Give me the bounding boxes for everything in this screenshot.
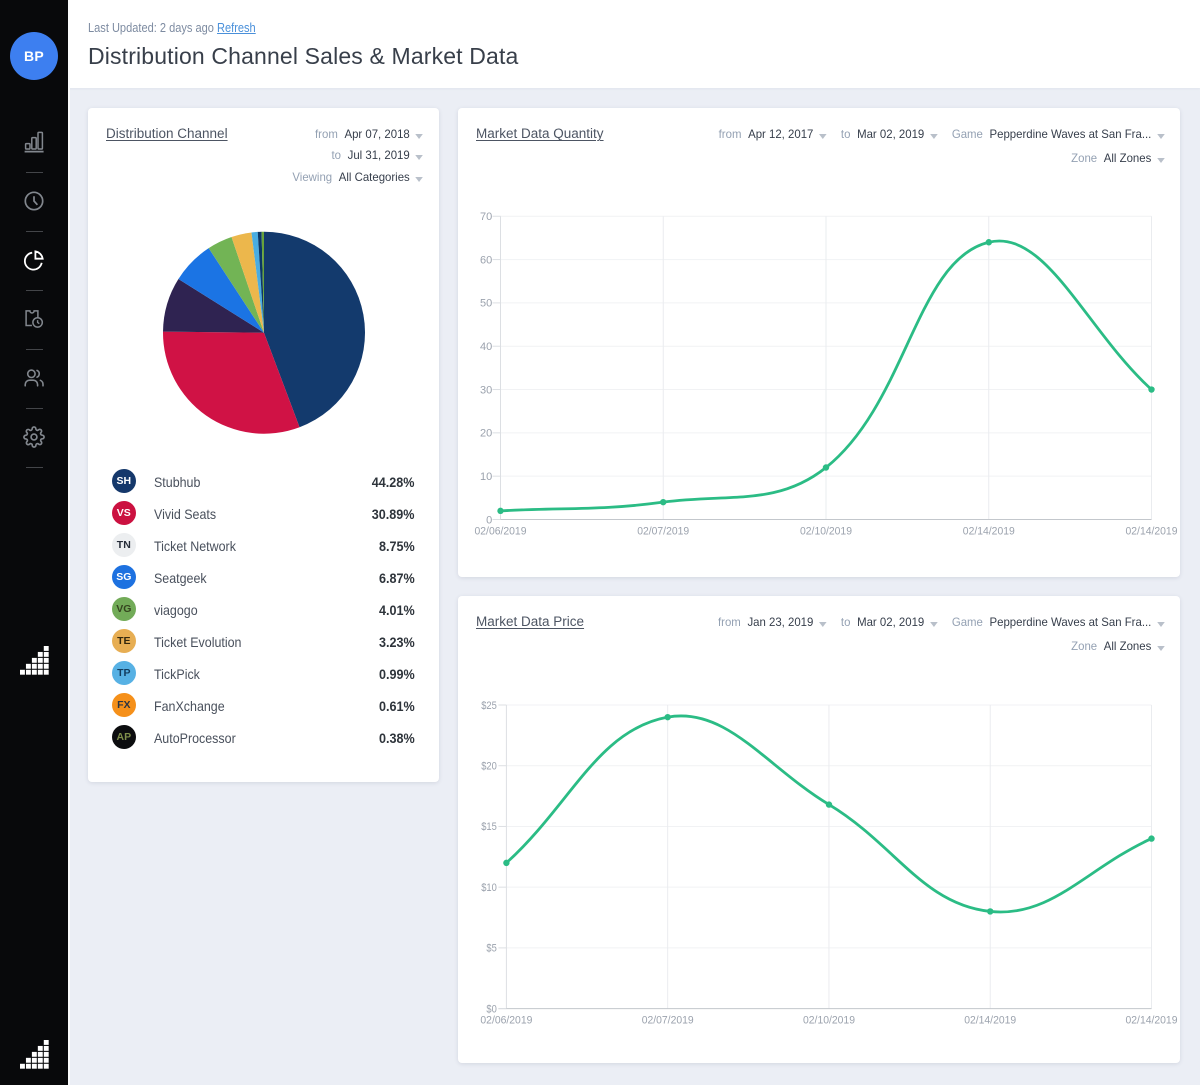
svg-text:02/10/2019: 02/10/2019 [803,1015,855,1027]
svg-text:$5: $5 [486,943,496,955]
svg-text:02/07/2019: 02/07/2019 [637,526,689,538]
svg-text:02/14/2019: 02/14/2019 [963,526,1015,538]
svg-text:40: 40 [480,341,492,353]
svg-text:02/06/2019: 02/06/2019 [475,526,527,538]
svg-text:$20: $20 [481,761,497,773]
svg-text:$15: $15 [481,821,497,833]
svg-text:02/14/2019: 02/14/2019 [964,1015,1016,1027]
svg-text:02/07/2019: 02/07/2019 [642,1015,694,1027]
svg-text:$25: $25 [481,700,497,712]
svg-text:02/10/2019: 02/10/2019 [800,526,852,538]
svg-text:20: 20 [480,428,492,440]
svg-text:02/06/2019: 02/06/2019 [480,1015,532,1027]
svg-text:50: 50 [480,298,492,310]
svg-text:$10: $10 [481,882,497,894]
svg-text:$0: $0 [486,1003,496,1015]
svg-text:70: 70 [480,211,492,223]
svg-text:02/14/2019: 02/14/2019 [1126,1015,1178,1027]
svg-text:30: 30 [480,384,492,396]
svg-text:02/14/2019: 02/14/2019 [1126,526,1178,538]
svg-text:10: 10 [480,471,492,483]
svg-text:60: 60 [480,254,492,266]
svg-text:0: 0 [486,514,492,526]
